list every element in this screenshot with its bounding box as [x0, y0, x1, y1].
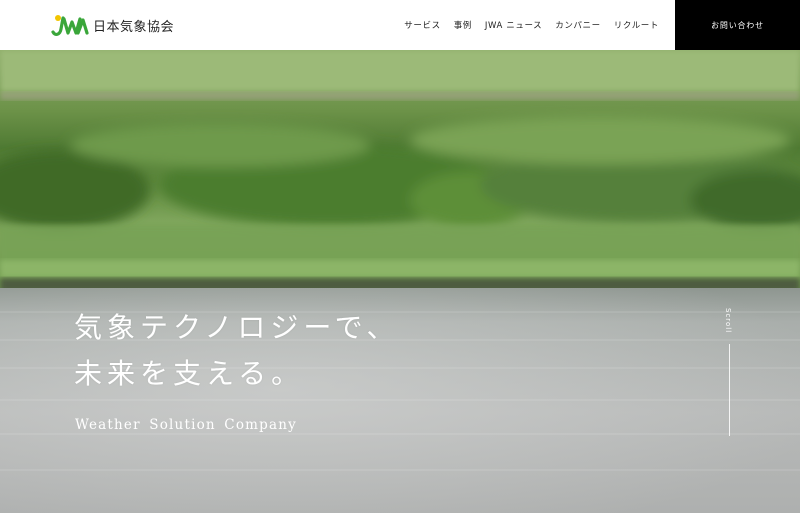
- hero-section: 気象テクノロジーで、 未来を支える。 Weather Solution Comp…: [0, 50, 800, 513]
- brand-name: 日本気象協会: [93, 19, 175, 35]
- nav-item-recruit[interactable]: リクルート: [614, 19, 659, 31]
- nav-item-company[interactable]: カンパニー: [555, 19, 601, 31]
- nav-item-news[interactable]: JWA ニュース: [485, 19, 542, 31]
- hero-subtitle: Weather Solution Company: [75, 417, 297, 433]
- nav-item-services[interactable]: サービス: [404, 19, 440, 31]
- contact-button[interactable]: お問い合わせ: [675, 0, 800, 50]
- site-header: 日本気象協会 サービス 事例 JWA ニュース カンパニー リクルート お問い合…: [0, 0, 800, 50]
- scroll-line: [729, 344, 730, 436]
- scroll-indicator[interactable]: Scroll: [724, 308, 736, 438]
- nav-item-cases[interactable]: 事例: [454, 19, 472, 31]
- scroll-label: Scroll: [724, 308, 732, 334]
- jwa-logo-mark: [51, 15, 89, 36]
- hero-title: 気象テクノロジーで、 未来を支える。: [74, 305, 400, 397]
- jwa-logo[interactable]: 日本気象協会: [49, 11, 174, 39]
- hero-title-line-2: 未来を支える。: [74, 357, 305, 390]
- hero-title-line-1: 気象テクノロジーで、: [74, 311, 400, 344]
- main-nav: サービス 事例 JWA ニュース カンパニー リクルート: [404, 0, 659, 50]
- hero-background-image: [0, 50, 800, 513]
